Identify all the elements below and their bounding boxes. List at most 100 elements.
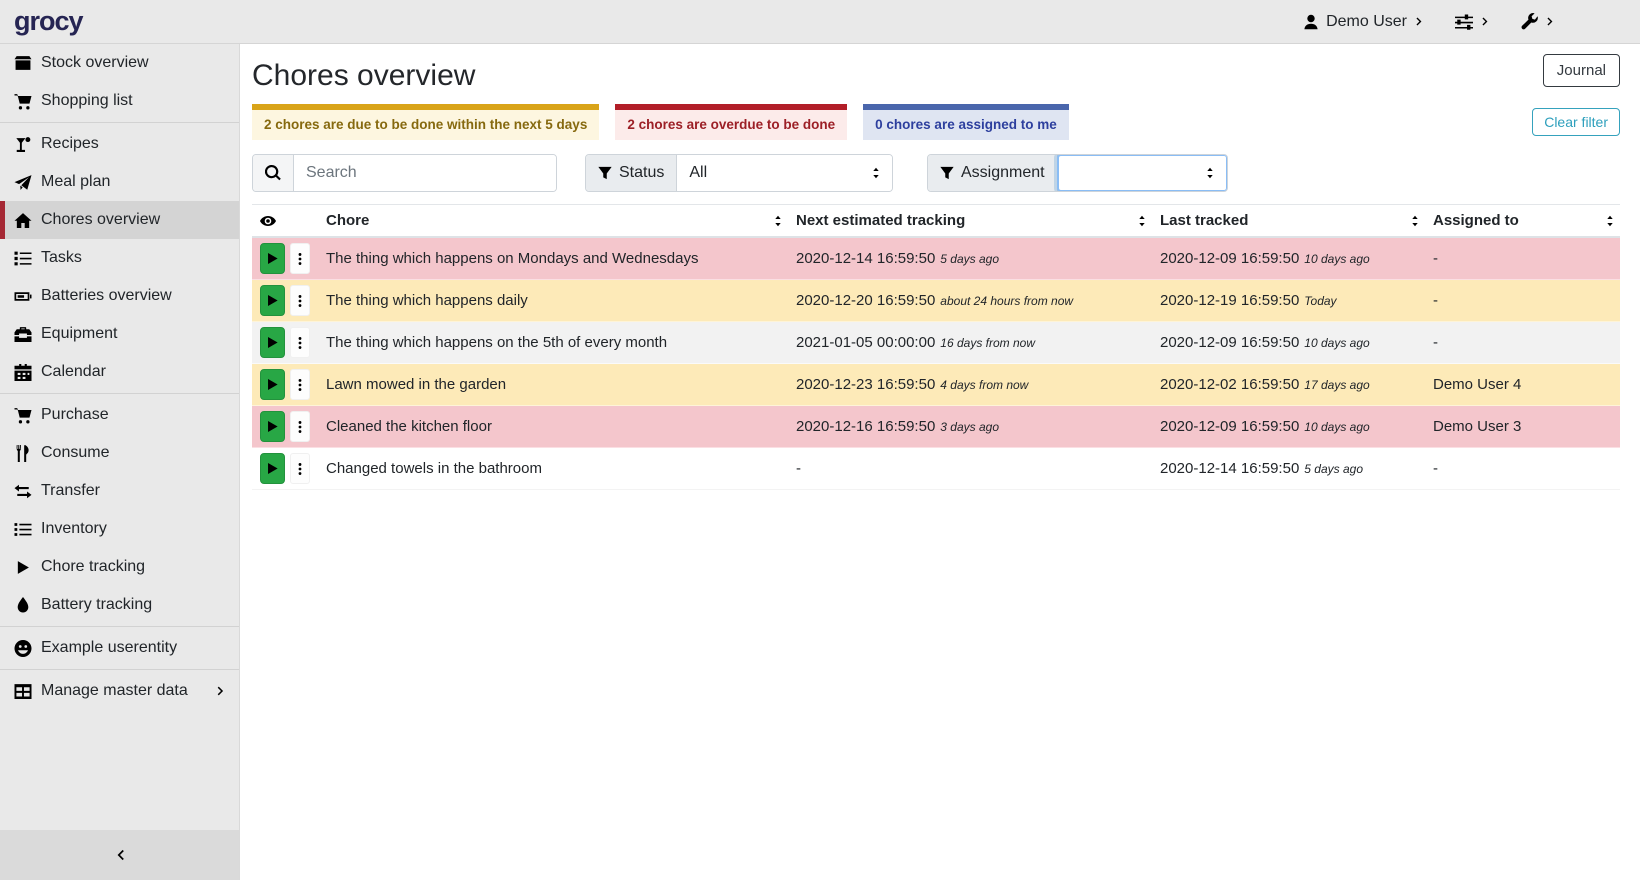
sidebar-item-meal-plan[interactable]: Meal plan [0,163,239,201]
sidebar-item-label: Shopping list [41,92,133,110]
shopping-cart-icon [14,93,32,110]
track-chore-button[interactable] [260,285,285,316]
admin-menu[interactable] [1521,13,1556,30]
track-chore-button[interactable] [260,453,285,484]
sidebar-item-label: Purchase [41,406,109,424]
sidebar-item-batteries-overview[interactable]: Batteries overview [0,277,239,315]
assignment-filter-label: Assignment [961,164,1045,182]
chore-menu-button[interactable] [290,453,310,484]
select-arrows-icon [1204,167,1216,179]
sidebar-item-chore-tracking[interactable]: Chore tracking [0,548,239,586]
time-ago: 10 days ago [1304,420,1369,434]
search-input[interactable] [294,155,556,191]
sidebar-item-tasks[interactable]: Tasks [0,239,239,277]
eye-icon [260,213,276,229]
next-tracking-cell: 2020-12-16 16:59:503 days ago [788,406,1152,448]
sidebar-item-label: Transfer [41,482,100,500]
table-icon [14,683,32,700]
sidebar-item-label: Chore tracking [41,558,145,576]
sliders-icon [1455,13,1473,31]
top-bar: grocy Demo User [0,0,1640,44]
sidebar-item-equipment[interactable]: Equipment [0,315,239,353]
chore-menu-button[interactable] [290,369,310,400]
status-filter-label-box: Status [586,155,677,191]
toolbox-icon [14,326,32,343]
sidebar-item-calendar[interactable]: Calendar [0,353,239,391]
sidebar-item-label: Meal plan [41,173,110,191]
sidebar-item-recipes[interactable]: Recipes [0,125,239,163]
clear-filter-button[interactable]: Clear filter [1532,108,1620,136]
sidebar-item-manage-master-data[interactable]: Manage master data [0,672,239,710]
search-group [252,154,557,192]
chore-name: Changed towels in the bathroom [318,448,788,490]
filter-icon [598,166,612,180]
last-tracked-cell: 2020-12-09 16:59:5010 days ago [1152,406,1425,448]
main-content: Chores overview Journal 2 chores are due… [240,44,1640,880]
chore-column-header[interactable]: Chore [318,205,788,238]
sidebar-item-label: Example userentity [41,639,177,657]
last-tracked-cell: 2020-12-14 16:59:505 days ago [1152,448,1425,490]
chore-menu-button[interactable] [290,411,310,442]
sidebar-item-purchase[interactable]: Purchase [0,396,239,434]
chore-menu-button[interactable] [290,243,310,274]
sidebar-item-inventory[interactable]: Inventory [0,510,239,548]
calendar-icon [14,364,32,381]
sidebar-item-chores-overview[interactable]: Chores overview [0,201,239,239]
last-tracked-cell: 2020-12-09 16:59:5010 days ago [1152,237,1425,280]
sidebar-item-example-userentity[interactable]: Example userentity [0,629,239,667]
track-chore-button[interactable] [260,369,285,400]
search-icon [265,165,281,181]
play-icon [14,560,32,575]
due-soon-banner[interactable]: 2 chores are due to be done within the n… [252,104,599,140]
assignment-select[interactable] [1057,154,1228,192]
user-menu[interactable]: Demo User [1303,13,1425,31]
track-chore-button[interactable] [260,327,285,358]
chore-menu-button[interactable] [290,285,310,316]
last-tracked-column-header[interactable]: Last tracked [1152,205,1425,238]
track-chore-button[interactable] [260,411,285,442]
sidebar-collapse-button[interactable] [0,830,239,880]
time-ago: 3 days ago [940,420,999,434]
sidebar-item-label: Batteries overview [41,287,172,305]
next-tracking-column-header[interactable]: Next estimated tracking [788,205,1152,238]
tasks-icon [14,250,32,267]
cocktail-icon [14,136,32,153]
chevron-left-icon [113,848,127,862]
sidebar-item-shopping-list[interactable]: Shopping list [0,82,239,120]
column-visibility-header[interactable] [252,205,318,238]
select-arrows-icon [870,167,882,179]
chore-name: Lawn mowed in the garden [318,364,788,406]
sidebar-separator [0,669,239,670]
grocy-logo[interactable]: grocy [0,6,97,37]
sidebar-separator [0,122,239,123]
table-row: Changed towels in the bathroom - 2020-12… [252,448,1620,490]
table-row: The thing which happens on Mondays and W… [252,237,1620,280]
sidebar-item-label: Stock overview [41,54,149,72]
table-row: The thing which happens daily 2020-12-20… [252,280,1620,322]
sidebar-item-label: Inventory [41,520,107,538]
sidebar-item-label: Calendar [41,363,106,381]
status-select[interactable]: All [677,155,892,191]
assigned-to-cell: - [1425,322,1620,364]
overdue-banner[interactable]: 2 chores are overdue to be done [615,104,847,140]
chore-menu-button[interactable] [290,327,310,358]
chevron-right-icon [1545,16,1556,27]
journal-button[interactable]: Journal [1543,54,1620,87]
sidebar-item-battery-tracking[interactable]: Battery tracking [0,586,239,624]
user-menu-label: Demo User [1326,13,1407,31]
settings-menu[interactable] [1455,13,1491,31]
sidebar-item-consume[interactable]: Consume [0,434,239,472]
assigned-to-column-header[interactable]: Assigned to [1425,205,1620,238]
time-ago: about 24 hours from now [940,294,1073,308]
time-ago: Today [1304,294,1336,308]
sidebar-item-transfer[interactable]: Transfer [0,472,239,510]
assigned-to-me-banner[interactable]: 0 chores are assigned to me [863,104,1069,140]
sidebar-item-label: Consume [41,444,109,462]
time-ago: 4 days from now [940,378,1028,392]
next-tracking-cell: 2021-01-05 00:00:0016 days from now [788,322,1152,364]
play-icon [266,378,279,391]
track-chore-button[interactable] [260,243,285,274]
ellipsis-v-icon [293,462,307,476]
sidebar-item-stock-overview[interactable]: Stock overview [0,44,239,82]
table-row: Cleaned the kitchen floor 2020-12-16 16:… [252,406,1620,448]
